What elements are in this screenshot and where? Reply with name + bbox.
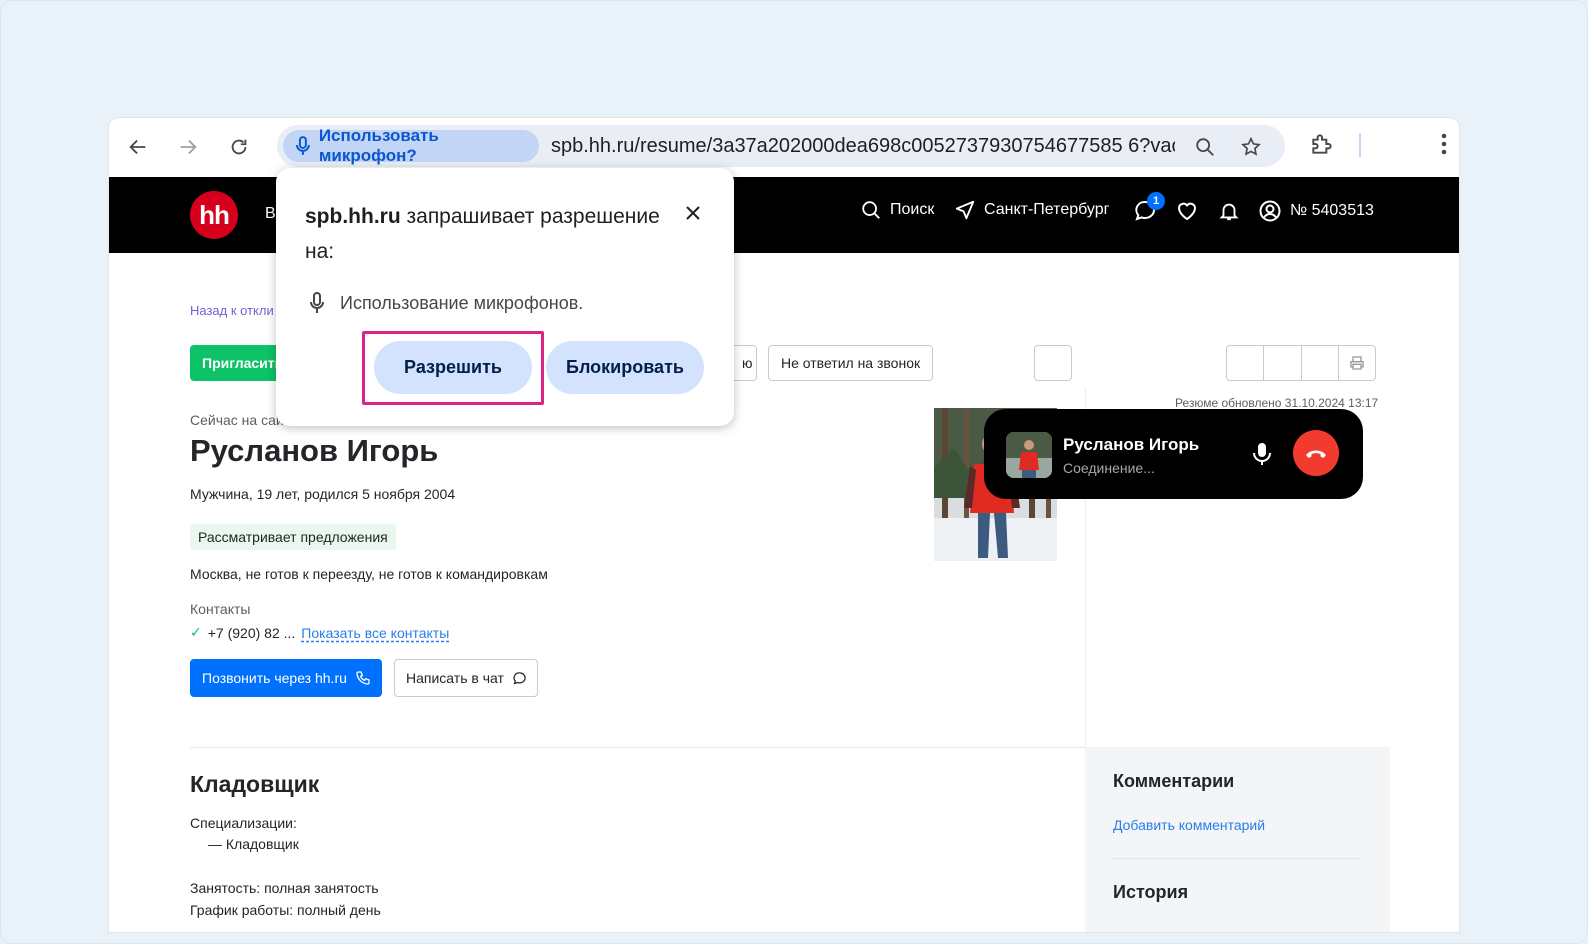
call-via-hh-label: Позвонить через hh.ru — [202, 670, 347, 686]
hang-up-icon — [1306, 450, 1326, 458]
extensions-puzzle-icon[interactable] — [1309, 131, 1335, 162]
user-circle-icon — [1259, 200, 1281, 222]
microphone-icon — [295, 136, 310, 155]
employment-type: Занятость: полная занятость — [190, 880, 379, 896]
location-arrow-icon — [955, 200, 975, 220]
call-avatar — [1006, 432, 1052, 478]
specialization-item: — Кладовщик — [208, 836, 299, 852]
candidate-location: Москва, не готов к переезду, не готов к … — [190, 566, 548, 582]
mic-permission-chip[interactable]: Использовать микрофон? — [283, 126, 539, 165]
notifications-bell-icon[interactable] — [1218, 199, 1248, 223]
chat-bubble-icon — [513, 671, 526, 685]
zoom-icon[interactable] — [1192, 134, 1218, 160]
favorite-resume-icon[interactable] — [1227, 346, 1265, 380]
bookmark-star-icon[interactable] — [1238, 134, 1264, 160]
mic-permission-chip-label: Использовать микрофон? — [318, 126, 439, 165]
specializations-label: Специализации: — [190, 815, 297, 831]
search-icon — [862, 201, 880, 219]
side-divider — [1113, 858, 1361, 859]
header-city-label: Санкт-Петербург — [984, 201, 1110, 218]
resume-updated-date: Резюме обновлено 31.10.2024 13:17 — [1175, 396, 1379, 410]
hh-logo[interactable]: hh — [190, 191, 238, 239]
permission-row: Использование микрофонов. — [309, 292, 583, 314]
online-status: Сейчас на сай — [190, 412, 284, 428]
back-arrow-icon[interactable] — [121, 130, 155, 164]
mic-permission-popup: spb.hh.ru запрашивает разрешение на: Исп… — [276, 168, 734, 426]
header-nav-partial[interactable]: В — [265, 205, 276, 223]
download-icon[interactable] — [1302, 346, 1339, 380]
close-icon[interactable] — [680, 200, 706, 226]
forward-arrow-icon[interactable] — [171, 130, 205, 164]
browser-menu-icon[interactable] — [1439, 131, 1449, 162]
account-menu[interactable]: № 5403513 — [1258, 199, 1374, 223]
phone-number: +7 (920) 82 ... — [207, 624, 296, 641]
write-to-chat-button[interactable]: Написать в чат — [394, 659, 538, 697]
phone-row: ✓ +7 (920) 82 ... Показать все контакты — [190, 624, 449, 641]
url-text[interactable]: spb.hh.ru/resume/3a37a202000dea698c00527… — [551, 135, 1175, 158]
no-answer-button[interactable]: Не ответил на звонок — [768, 345, 934, 381]
folder-icon[interactable] — [1264, 346, 1302, 380]
header-search-label: Поиск — [890, 201, 935, 218]
history-title: История — [1113, 882, 1189, 902]
popup-site: spb.hh.ru — [305, 205, 401, 228]
verified-check-icon: ✓ — [190, 624, 202, 640]
call-status: Соединение... — [1063, 460, 1155, 476]
more-actions-button[interactable] — [1034, 345, 1072, 381]
toolbar-separator — [1359, 133, 1361, 157]
status-button-partial-label: ю — [742, 355, 753, 371]
candidate-bio: Мужчина, 19 лет, родился 5 ноября 2004 — [190, 486, 456, 502]
browser-window: Использовать микрофон? spb.hh.ru/resume/… — [109, 118, 1459, 932]
account-number: № 5403513 — [1290, 202, 1374, 219]
write-to-chat-label: Написать в чат — [406, 670, 504, 686]
add-comment-link[interactable]: Добавить комментарий — [1113, 817, 1265, 833]
reload-icon[interactable] — [222, 130, 256, 164]
header-city-link[interactable]: Санкт-Петербург — [954, 199, 1109, 221]
content-divider — [190, 747, 1085, 748]
header-search-link[interactable]: Поиск — [860, 199, 934, 221]
permission-text: Использование микрофонов. — [340, 292, 584, 313]
job-search-status-tag: Рассматривает предложения — [190, 524, 396, 550]
show-contacts-link[interactable]: Показать все контакты — [301, 625, 449, 641]
call-contact-name: Русланов Игорь — [1063, 435, 1200, 454]
comments-panel: Комментарии Добавить комментарий История — [1085, 747, 1390, 932]
position-title: Кладовщик — [190, 771, 320, 797]
allow-highlight-box — [362, 331, 544, 405]
address-bar[interactable]: Использовать микрофон? spb.hh.ru/resume/… — [277, 125, 1285, 167]
favorites-heart-icon[interactable] — [1175, 199, 1207, 223]
comments-title: Комментарии — [1113, 771, 1235, 791]
resume-tools — [1226, 345, 1376, 381]
hang-up-button[interactable] — [1293, 430, 1339, 476]
call-widget: Русланов Игорь Соединение... — [984, 409, 1363, 499]
block-button[interactable]: Блокировать — [546, 341, 704, 394]
call-via-hh-button[interactable]: Позвонить через hh.ru — [190, 659, 382, 697]
phone-icon — [356, 671, 370, 685]
microphone-icon — [310, 292, 324, 313]
back-to-responses-link[interactable]: Назад к откли — [190, 303, 274, 318]
work-schedule: График работы: полный день — [190, 902, 381, 918]
print-icon[interactable] — [1339, 346, 1375, 380]
popup-title: spb.hh.ru запрашивает разрешение на: — [305, 199, 675, 269]
call-microphone-icon[interactable] — [1252, 442, 1272, 471]
candidate-name: Русланов Игорь — [190, 433, 439, 468]
contacts-label: Контакты — [190, 601, 251, 617]
notification-badge: 1 — [1147, 192, 1165, 210]
